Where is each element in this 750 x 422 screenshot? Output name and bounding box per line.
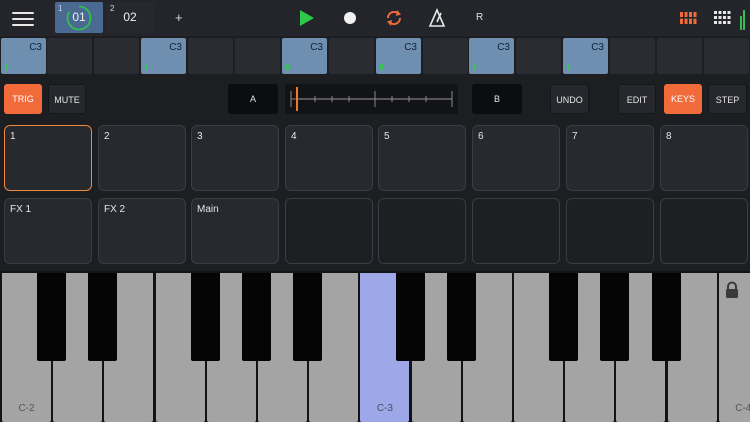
top-toolbar: 1 01 2 02 + R	[0, 0, 750, 36]
step-cell[interactable]: C3	[376, 38, 421, 74]
mute-button[interactable]: MUTE	[48, 84, 86, 114]
step-cell[interactable]: C3	[563, 38, 608, 74]
scene-b-button[interactable]: B	[472, 84, 522, 114]
pattern-slot-1[interactable]: 1 01	[55, 2, 103, 33]
crossfader-track	[290, 87, 453, 111]
mixer-icon[interactable]	[679, 8, 699, 28]
step-cell[interactable]	[516, 38, 561, 74]
step-note-label: C3	[404, 42, 417, 53]
pad-label: 4	[291, 131, 297, 142]
black-key[interactable]	[395, 273, 425, 361]
bus-pad[interactable]: Main	[191, 198, 279, 264]
track-pad[interactable]: 1	[4, 125, 92, 191]
track-pad[interactable]: 4	[285, 125, 373, 191]
step-cell[interactable]	[423, 38, 468, 74]
track-pad[interactable]: 7	[566, 125, 654, 191]
play-icon[interactable]	[296, 8, 316, 28]
pad-grid-icon[interactable]	[713, 8, 733, 28]
record-mode-toggle[interactable]: R	[476, 12, 483, 23]
black-key[interactable]	[190, 273, 220, 361]
bus-pad[interactable]	[660, 198, 748, 264]
step-led-icon	[5, 64, 8, 70]
black-key[interactable]	[293, 273, 323, 361]
step-sequencer-row: C3 C3 C3 C3 C3 C3	[0, 38, 750, 74]
step-button[interactable]: STEP	[708, 84, 747, 114]
track-pad[interactable]: 5	[378, 125, 466, 191]
step-note-label: C3	[591, 42, 604, 53]
track-pad[interactable]: 6	[472, 125, 560, 191]
loop-icon[interactable]	[384, 8, 404, 28]
crossfader[interactable]	[285, 84, 458, 114]
black-key[interactable]	[651, 273, 681, 361]
step-cell[interactable]	[657, 38, 702, 74]
black-key[interactable]	[88, 273, 118, 361]
black-key[interactable]	[549, 273, 579, 361]
step-cell[interactable]	[47, 38, 92, 74]
step-cell[interactable]	[188, 38, 233, 74]
step-cell[interactable]: C3	[141, 38, 186, 74]
pad-label: 8	[666, 131, 672, 142]
pad-label: 7	[572, 131, 578, 142]
pad-label: 2	[104, 131, 110, 142]
step-led-icon	[286, 64, 289, 70]
pad-label: 3	[197, 131, 203, 142]
step-cell[interactable]	[94, 38, 139, 74]
black-key[interactable]	[446, 273, 476, 361]
pad-label: FX 2	[104, 204, 126, 215]
edit-button[interactable]: EDIT	[618, 84, 656, 114]
keys-button[interactable]: KEYS	[664, 84, 702, 114]
black-key[interactable]	[600, 273, 630, 361]
pad-label: Main	[197, 204, 219, 215]
step-note-label: C3	[29, 42, 42, 53]
bus-pad[interactable]	[472, 198, 560, 264]
octave-label: C-2	[18, 403, 35, 414]
step-note-label: C3	[497, 42, 510, 53]
bus-pad[interactable]	[566, 198, 654, 264]
octave-label: C-3	[376, 403, 393, 414]
step-led-icon	[145, 64, 148, 70]
step-cell[interactable]	[235, 38, 280, 74]
black-key[interactable]	[242, 273, 271, 361]
step-led-icon	[567, 64, 570, 70]
track-pad[interactable]: 3	[191, 125, 279, 191]
menu-button[interactable]	[12, 8, 34, 28]
scene-a-button[interactable]: A	[228, 84, 278, 114]
bus-pad[interactable]: FX 2	[98, 198, 186, 264]
step-note-label: C3	[310, 42, 323, 53]
step-led-icon	[473, 64, 476, 70]
add-pattern-button[interactable]: +	[175, 10, 183, 25]
step-led-icon	[380, 64, 383, 70]
step-cell[interactable]	[329, 38, 374, 74]
pad-label: 1	[10, 131, 16, 142]
pad-label: FX 1	[10, 204, 32, 215]
bus-pad[interactable]	[285, 198, 373, 264]
pattern-slot-2[interactable]: 2 02	[107, 2, 155, 33]
track-pad[interactable]: 8	[660, 125, 748, 191]
trig-button[interactable]: TRIG	[4, 84, 42, 114]
undo-button[interactable]: UNDO	[550, 84, 589, 114]
step-cell[interactable]: C3	[1, 38, 46, 74]
track-pad[interactable]: 2	[98, 125, 186, 191]
pad-label: 6	[478, 131, 484, 142]
step-cell[interactable]: C3	[282, 38, 327, 74]
pattern-name: 01	[72, 10, 86, 24]
step-note-label: C3	[169, 42, 182, 53]
bus-pad[interactable]	[378, 198, 466, 264]
level-meter-icon	[740, 8, 746, 30]
metronome-icon[interactable]	[427, 8, 447, 28]
hamburger-icon	[12, 11, 34, 14]
octave-label: C-4	[735, 403, 750, 414]
record-icon[interactable]	[340, 8, 360, 28]
black-key[interactable]	[37, 273, 67, 361]
step-cell[interactable]	[610, 38, 655, 74]
pattern-name: 02	[123, 10, 137, 24]
piano-keyboard[interactable]: C-2 C-3 C-4	[0, 271, 750, 422]
lock-icon[interactable]	[724, 281, 740, 299]
pad-label: 5	[384, 131, 390, 142]
bus-pad[interactable]: FX 1	[4, 198, 92, 264]
step-cell[interactable]	[704, 38, 749, 74]
step-cell[interactable]: C3	[469, 38, 514, 74]
